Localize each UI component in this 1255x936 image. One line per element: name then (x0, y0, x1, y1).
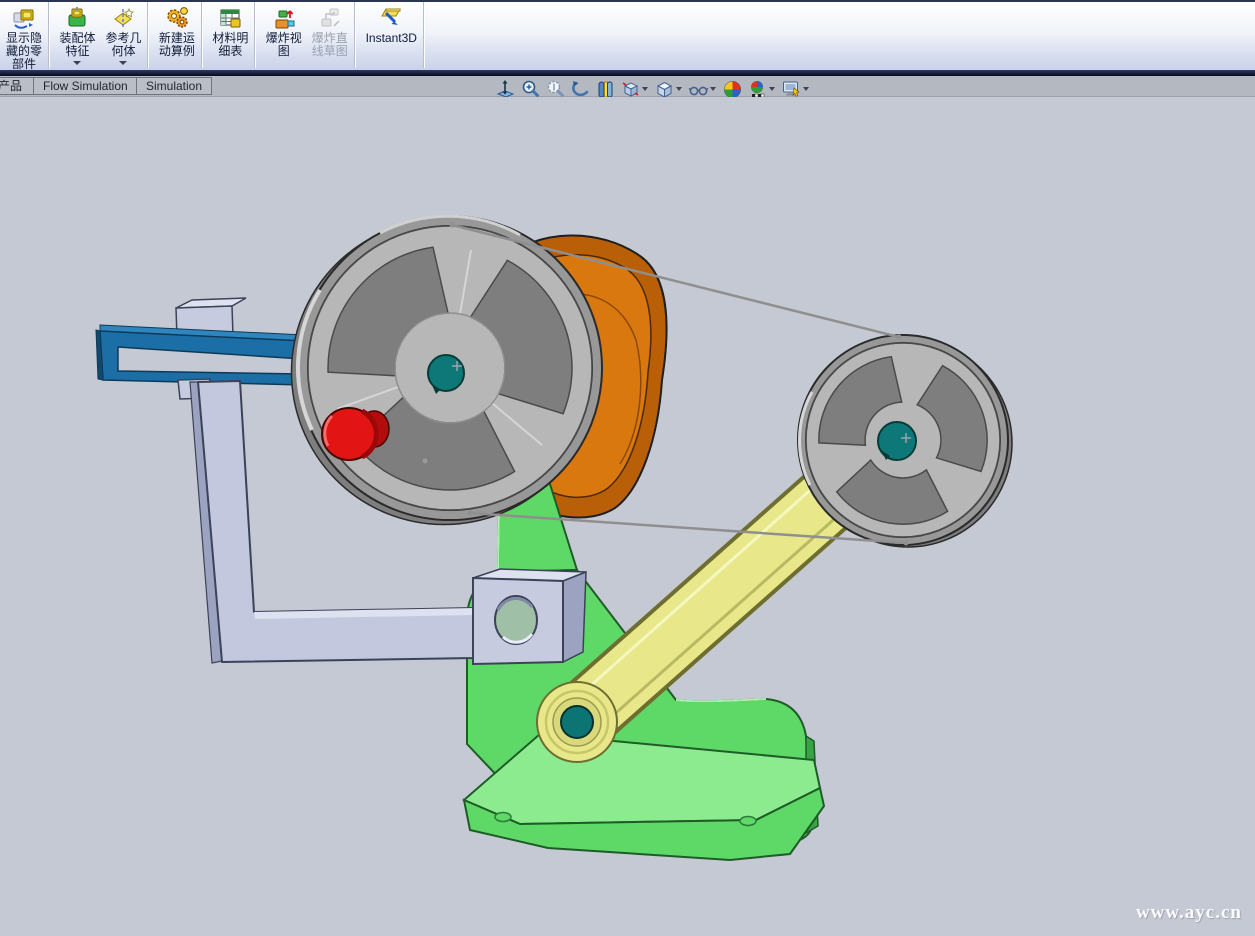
base-hole-right (740, 817, 756, 826)
new-motion-study-icon (164, 5, 190, 31)
dropdown-arrow-icon[interactable] (642, 87, 648, 91)
toolbar-group-features: 装配体 特征 参考几 何体 (53, 2, 148, 68)
exploded-view-icon (271, 5, 297, 31)
button-label: 爆炸直 线草图 (312, 32, 348, 58)
reference-geometry-button[interactable]: 参考几 何体 (100, 2, 146, 68)
graphics-viewport[interactable]: www.ayc.cn (0, 97, 1255, 936)
dropdown-arrow-icon[interactable] (710, 87, 716, 91)
show-hidden-components-icon (11, 5, 37, 31)
toolbar-group-motion: 新建运 动算例 (153, 2, 202, 68)
toolbar-group-instant3d: Instant3D (359, 2, 424, 68)
dropdown-arrow-icon[interactable] (769, 87, 775, 91)
button-label: 材料明 细表 (212, 32, 248, 58)
crank-arm-pivot[interactable] (537, 682, 617, 762)
button-label: 参考几 何体 (105, 32, 141, 58)
dropdown-arrow-icon[interactable] (119, 61, 127, 65)
button-label: 新建运 动算例 (159, 32, 195, 58)
explode-line-sketch-icon (317, 5, 343, 31)
button-label: 爆炸视 图 (266, 32, 302, 58)
assembly-features-button[interactable]: 装配体 特征 (54, 2, 100, 68)
watermark: www.ayc.cn (1136, 902, 1242, 924)
large-pulley-part[interactable] (292, 216, 603, 525)
reference-geometry-icon (110, 5, 136, 31)
tab-simulation[interactable]: Simulation (136, 77, 212, 95)
small-pulley-part[interactable] (798, 335, 1012, 547)
dropdown-arrow-icon[interactable] (803, 87, 809, 91)
button-label: 显示隐 藏的零 部件 (6, 32, 42, 71)
assembly-scene (0, 97, 1255, 936)
dropdown-arrow-icon[interactable] (73, 61, 81, 65)
follower-rod-end-block[interactable] (473, 569, 586, 664)
instant3d-icon (378, 5, 404, 31)
bill-of-materials-icon (217, 5, 243, 31)
show-hidden-components-button[interactable]: 显示隐 藏的零 部件 (1, 2, 47, 68)
command-toolbar: 显示隐 藏的零 部件 装配体 特征 参考几 何体 (0, 0, 1255, 70)
button-label: Instant3D (366, 32, 417, 45)
bill-of-materials-button[interactable]: 材料明 细表 (207, 2, 253, 68)
pivot-pin (561, 706, 593, 738)
assembly-features-icon (64, 5, 90, 31)
instant3d-button[interactable]: Instant3D (360, 2, 422, 68)
tab-flow-simulation[interactable]: Flow Simulation (33, 77, 138, 95)
toolbar-group-explode: 爆炸视 图 爆炸直 线草图 (260, 2, 355, 68)
new-motion-study-button[interactable]: 新建运 动算例 (154, 2, 200, 68)
explode-line-sketch-button: 爆炸直 线草图 (307, 2, 353, 68)
toolbar-group-bom: 材料明 细表 (206, 2, 255, 68)
button-label: 装配体 特征 (59, 32, 95, 58)
dropdown-arrow-icon[interactable] (676, 87, 682, 91)
base-hole-left (495, 813, 511, 822)
toolbar-group-visibility: 显示隐 藏的零 部件 (0, 2, 49, 68)
exploded-view-button[interactable]: 爆炸视 图 (261, 2, 307, 68)
